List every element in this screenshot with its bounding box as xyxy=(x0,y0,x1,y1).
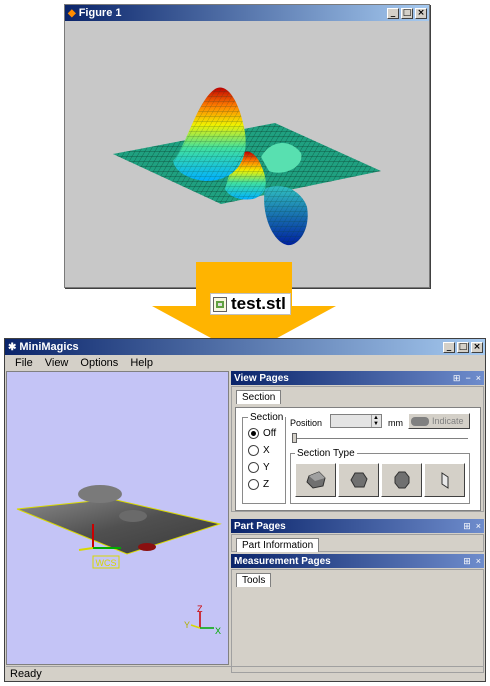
plane-icon xyxy=(441,472,448,489)
maximize-button[interactable]: □ xyxy=(457,341,469,353)
view-pages-header: View Pages ⊞ − × xyxy=(231,371,484,385)
filename: test.stl xyxy=(231,294,286,313)
triad-y-axis xyxy=(190,624,201,629)
indicate-button[interactable]: Indicate xyxy=(408,413,470,429)
menu-bar: File View Options Help xyxy=(5,355,485,370)
minimize-panel-icon[interactable]: − xyxy=(465,373,470,384)
radio-y[interactable]: Y xyxy=(248,459,285,476)
radio-x[interactable]: X xyxy=(248,442,285,459)
section-type-button-4[interactable] xyxy=(424,463,465,497)
part-pages-title: Part Pages xyxy=(234,520,286,532)
cursor-pick-icon xyxy=(411,416,429,426)
mesh-pit xyxy=(138,543,156,551)
part-pages-header: Part Pages ⊞ × xyxy=(231,519,484,533)
tab-section[interactable]: Section xyxy=(236,390,282,404)
wcs-y-axis xyxy=(78,547,94,551)
menu-help[interactable]: Help xyxy=(124,357,159,369)
position-input[interactable]: ▲ ▼ xyxy=(330,414,382,428)
position-label: Position xyxy=(290,418,323,428)
dock-icon[interactable]: ⊞ xyxy=(463,521,471,532)
section-type-button-3[interactable] xyxy=(381,463,422,497)
radio-off-label: Off xyxy=(263,428,277,439)
radio-x-label: X xyxy=(263,445,270,456)
menu-file[interactable]: File xyxy=(9,357,39,369)
measurement-pages-header: Measurement Pages ⊞ × xyxy=(231,554,484,568)
menu-options[interactable]: Options xyxy=(74,357,124,369)
position-unit: mm xyxy=(388,418,403,428)
status-bar: Ready xyxy=(6,666,484,681)
indicate-label: Indicate xyxy=(432,416,464,426)
section-type-group: Section Type xyxy=(290,448,470,504)
position-spinner[interactable]: ▲ ▼ xyxy=(371,415,380,427)
minimize-button[interactable]: _ xyxy=(443,341,455,353)
app-titlebar: ✱ MiniMagics _ □ × xyxy=(5,339,485,355)
view-pages-body: Section Section Off X Y Z Position ▲ ▼ mm… xyxy=(231,386,484,512)
radio-x-dot[interactable] xyxy=(248,445,259,456)
section-type-button-1[interactable] xyxy=(295,463,336,497)
mesh-render: WCS Z X Y xyxy=(16,485,222,636)
section-type-legend: Section Type xyxy=(297,448,355,459)
radio-z-dot[interactable] xyxy=(248,479,259,490)
radio-off-dot[interactable] xyxy=(248,428,259,439)
close-panel-icon[interactable]: × xyxy=(476,521,481,532)
menu-view[interactable]: View xyxy=(39,357,75,369)
radio-z[interactable]: Z xyxy=(248,476,285,493)
tab-tools[interactable]: Tools xyxy=(236,573,272,587)
radio-y-label: Y xyxy=(263,462,270,473)
right-pane: View Pages ⊞ − × Section Section Off X Y… xyxy=(231,371,484,673)
view-pages-title: View Pages xyxy=(234,372,289,384)
radio-y-dot[interactable] xyxy=(248,462,259,473)
section-page: Section Off X Y Z Position ▲ ▼ mm Indicat… xyxy=(235,407,481,511)
position-slider-track[interactable] xyxy=(292,438,468,439)
cube-icon xyxy=(305,471,326,489)
close-button[interactable]: × xyxy=(471,341,483,353)
stl-file-icon xyxy=(213,296,227,312)
section-type-button-2[interactable] xyxy=(338,463,379,497)
3d-viewport[interactable]: WCS Z X Y xyxy=(6,371,229,665)
dock-icon[interactable]: ⊞ xyxy=(463,556,471,567)
section-legend: Section xyxy=(250,412,284,423)
stl-mesh xyxy=(16,498,222,555)
close-panel-icon[interactable]: × xyxy=(476,373,481,384)
tab-part-information[interactable]: Part Information xyxy=(236,538,320,552)
close-panel-icon[interactable]: × xyxy=(476,556,481,567)
minimagics-window: ✱ MiniMagics _ □ × File View Options Hel… xyxy=(4,338,486,682)
wcs-label: WCS xyxy=(96,558,117,568)
dock-icon[interactable]: ⊞ xyxy=(453,373,461,384)
hex-solid-icon xyxy=(349,472,368,488)
radio-z-label: Z xyxy=(263,479,270,490)
triad-z-label: Z xyxy=(197,604,203,614)
section-radio-group: Section Off X Y Z xyxy=(242,412,287,504)
position-slider-thumb[interactable] xyxy=(292,433,297,443)
triad-x-label: X xyxy=(215,626,221,636)
app-title: MiniMagics xyxy=(19,341,79,353)
triad-y-label: Y xyxy=(184,620,190,630)
part-pages-body: Part Information xyxy=(231,534,484,552)
octagon-solid-icon xyxy=(394,471,409,489)
file-label: test.stl xyxy=(210,293,291,315)
measurement-pages-body: Tools xyxy=(231,569,484,673)
app-logo-icon: ✱ xyxy=(8,341,17,353)
measurement-pages-title: Measurement Pages xyxy=(234,555,331,567)
radio-off[interactable]: Off xyxy=(248,425,285,442)
